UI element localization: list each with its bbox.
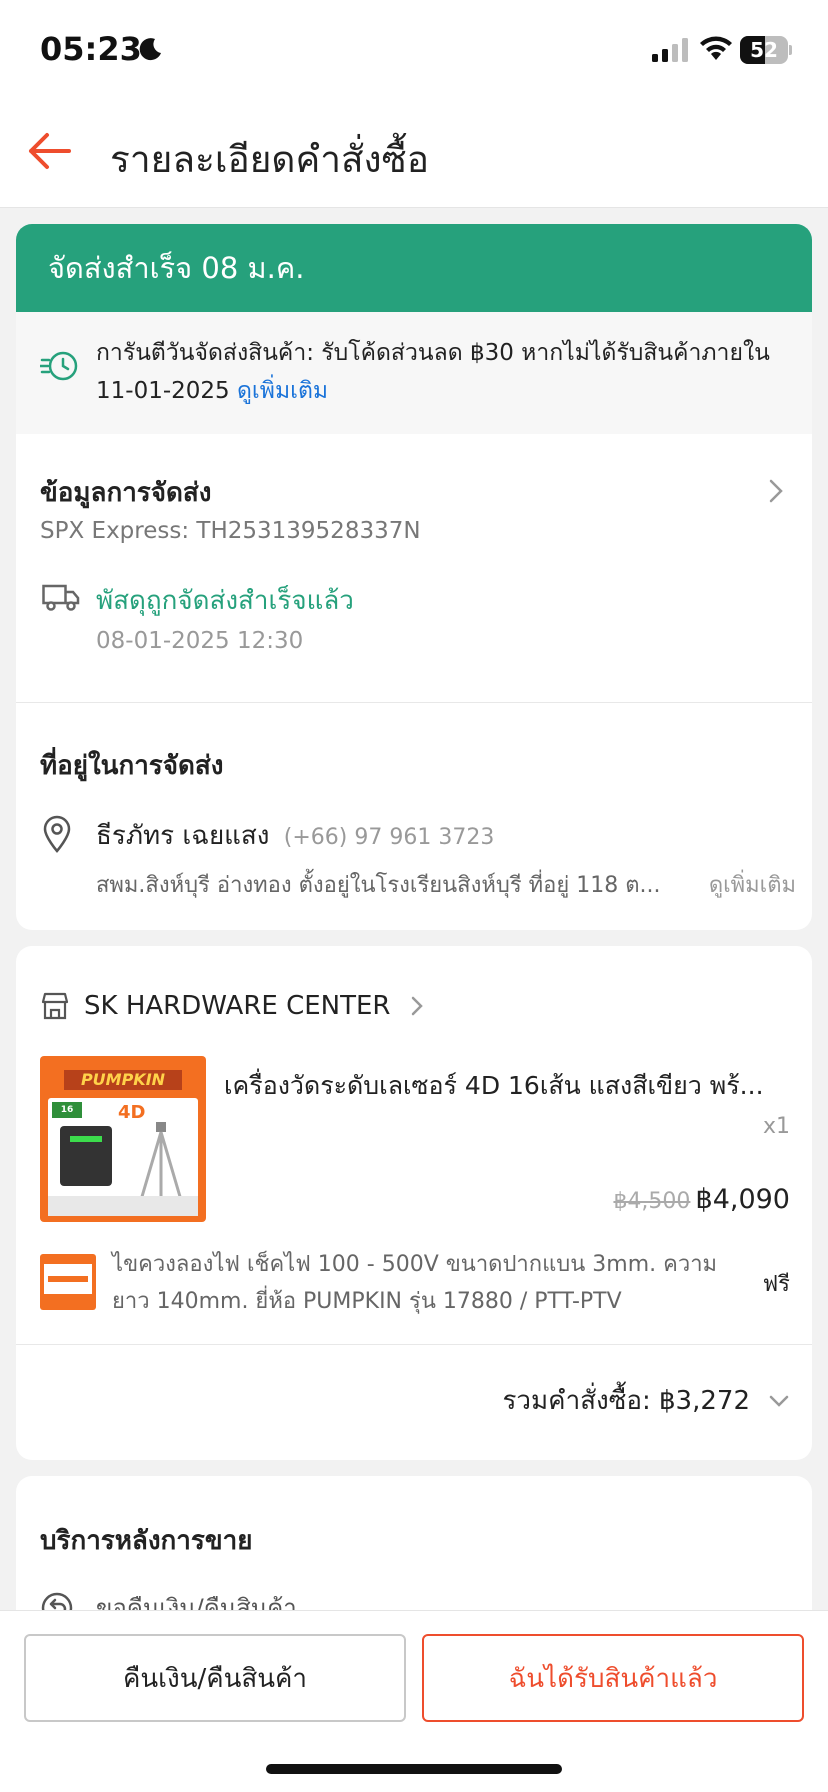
tracking-number: SPX Express: TH253139528337N	[40, 518, 421, 544]
product-sale-price: ฿4,090	[695, 1184, 790, 1215]
order-total-row[interactable]: รวมคำสั่งซื้อ: ฿3,272	[502, 1380, 790, 1421]
page-title: รายละเอียดคำสั่งซื้อ	[110, 138, 429, 181]
product-thumbnail: PUMPKIN 16 LINE 4D	[40, 1056, 206, 1222]
status-bar: 05:23 52	[0, 0, 828, 100]
laser-device-graphic	[60, 1126, 112, 1186]
page-header: รายละเอียดคำสั่งซื้อ	[0, 100, 828, 208]
recipient: ธีรภัทร เฉยแสง (+66) 97 961 3723	[96, 815, 494, 856]
delivery-status-banner: จัดส่งสำเร็จ 08 ม.ค.	[16, 224, 812, 312]
truck-icon	[42, 584, 80, 611]
chevron-down-icon	[769, 1395, 789, 1407]
tripod-graphic	[139, 1122, 183, 1201]
chevron-right-icon	[412, 996, 424, 1016]
shop-header[interactable]: SK HARDWARE CENTER	[40, 986, 424, 1026]
status-time: 05:23	[40, 30, 142, 68]
divider	[16, 1344, 812, 1345]
guarantee-date: 11-01-2025	[96, 378, 230, 404]
home-indicator[interactable]	[266, 1764, 562, 1774]
order-status-card: จัดส่งสำเร็จ 08 ม.ค. การันตีวันจัดส่งสิน…	[16, 224, 812, 930]
product-quantity: x1	[762, 1114, 790, 1139]
product-name: เครื่องวัดระดับเลเซอร์ 4D 16เส้น แสงสีเข…	[224, 1071, 764, 1100]
address-line: สพม.สิงห์บุรี อ่างทอง ตั้งอยู่ในโรงเรียน…	[96, 873, 661, 898]
fast-clock-icon	[40, 351, 78, 381]
recipient-phone: (+66) 97 961 3723	[283, 825, 495, 850]
product-price: ฿4,500 ฿4,090	[613, 1184, 790, 1215]
product-original-price: ฿4,500	[613, 1189, 691, 1214]
battery-percent: 52	[750, 38, 778, 62]
cellular-signal-icon	[652, 38, 688, 62]
gift-thumbnail	[40, 1254, 96, 1310]
address-more-link[interactable]: ดูเพิ่มเติม	[709, 867, 796, 902]
location-pin-icon	[43, 815, 71, 853]
parcel-status: พัสดุถูกจัดส่งสำเร็จแล้ว	[96, 586, 354, 616]
product-image-lines: 16 LINE	[52, 1102, 82, 1131]
delivery-guarantee: การันตีวันจัดส่งสินค้า: รับโค้ดส่วนลด ฿3…	[16, 312, 812, 434]
order-received-button[interactable]: ฉันได้รับสินค้าแล้ว	[422, 1634, 804, 1722]
gift-name: ไขควงลองไฟ เช็คไฟ 100 - 500V ขนาดปากแบน …	[112, 1252, 718, 1314]
guarantee-text: การันตีวันจัดส่งสินค้า: รับโค้ดส่วนลด ฿3…	[96, 340, 770, 366]
gift-item[interactable]: ไขควงลองไฟ เช็คไฟ 100 - 500V ขนาดปากแบน …	[16, 1246, 812, 1326]
guarantee-more-link[interactable]: ดูเพิ่มเติม	[237, 378, 328, 404]
store-icon	[41, 992, 69, 1020]
parcel-status-time: 08-01-2025 12:30	[96, 628, 304, 654]
gift-price: ฟรี	[762, 1272, 790, 1297]
shop-order-card: SK HARDWARE CENTER PUMPKIN 16 LINE 4D เค…	[16, 946, 812, 1460]
chevron-right-icon	[769, 479, 783, 503]
product-image-brand: PUMPKIN	[64, 1070, 182, 1090]
moon-icon	[139, 38, 161, 61]
shipping-info-title: ข้อมูลการจัดส่ง	[40, 478, 212, 508]
recipient-name: ธีรภัทร เฉยแสง	[96, 821, 270, 851]
address-line-row: สพม.สิงห์บุรี อ่างทอง ตั้งอยู่ในโรงเรียน…	[96, 867, 796, 902]
shop-name: SK HARDWARE CENTER	[84, 991, 391, 1021]
wifi-icon	[700, 36, 732, 60]
refund-return-button[interactable]: คืนเงิน/คืนสินค้า	[24, 1634, 406, 1722]
shipping-info-section[interactable]: ข้อมูลการจัดส่ง SPX Express: TH253139528…	[16, 434, 812, 702]
after-sales-title: บริการหลังการขาย	[40, 1526, 253, 1556]
address-title: ที่อยู่ในการจัดส่ง	[40, 751, 224, 781]
product-item[interactable]: PUMPKIN 16 LINE 4D เครื่องวัดระดับเลเซอร…	[16, 1056, 812, 1232]
back-arrow-icon	[29, 133, 71, 169]
delivery-address-section: ที่อยู่ในการจัดส่ง ธีรภัทร เฉยแสง (+66) …	[16, 703, 812, 930]
order-total: รวมคำสั่งซื้อ: ฿3,272	[502, 1386, 750, 1416]
battery-indicator: 52	[740, 36, 792, 64]
back-button[interactable]	[24, 126, 74, 176]
